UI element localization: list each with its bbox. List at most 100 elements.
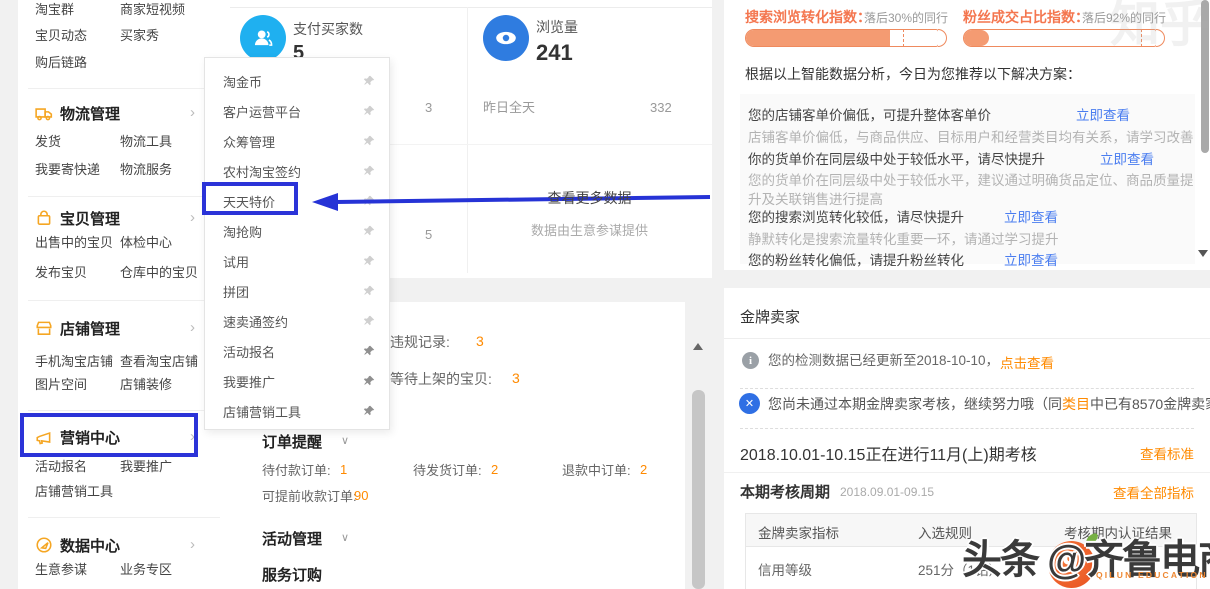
menu-item-activity-signup[interactable]: 活动报名	[205, 336, 389, 366]
sidebar-link[interactable]: 我要推广	[120, 458, 172, 476]
menu-item-trial[interactable]: 试用	[205, 246, 389, 276]
stat-value: 241	[536, 40, 573, 66]
pin-icon[interactable]	[363, 105, 375, 117]
activity-management-title[interactable]: 活动管理	[262, 528, 322, 549]
menu-item-aliexpress[interactable]: 速卖通签约	[205, 306, 389, 336]
service-order-title[interactable]: 服务订购	[262, 564, 322, 585]
menu-item-label: 淘抢购	[223, 222, 262, 241]
menu-item-pintuan[interactable]: 拼团	[205, 276, 389, 306]
pin-icon[interactable]	[363, 135, 375, 147]
view-all-metrics-link[interactable]: 查看全部指标	[1113, 482, 1194, 502]
menu-item-store-marketing-tools[interactable]: 店铺营销工具	[205, 396, 389, 426]
sidebar-link[interactable]: 店铺装修	[120, 376, 172, 394]
menu-item-label: 速卖通签约	[223, 312, 288, 331]
order-reminder-title[interactable]: 订单提醒	[262, 431, 322, 452]
period-label: 本期考核周期	[740, 481, 830, 502]
sidebar-section-data[interactable]: 数据中心	[60, 535, 120, 556]
sidebar-link[interactable]: 商家短视频	[120, 1, 185, 19]
pin-icon[interactable]	[363, 225, 375, 237]
menu-item-label: 试用	[223, 252, 249, 271]
chevron-right-icon: ›	[190, 537, 195, 552]
pin-icon[interactable]	[363, 255, 375, 267]
click-to-view-link[interactable]: 点击查看	[1000, 352, 1054, 372]
advance-order-count[interactable]: 90	[354, 488, 368, 503]
pin-icon[interactable]	[363, 345, 375, 357]
update-notice-text: 您的检测数据已经更新至2018-10-10，	[768, 352, 999, 370]
gold-seller-panel: 金牌卖家 i 您的检测数据已经更新至2018-10-10， 点击查看 ✕ 您尚未…	[724, 288, 1210, 589]
chevron-right-icon: ›	[190, 210, 195, 225]
menu-item-taojinbi[interactable]: 淘金币	[205, 66, 389, 96]
sidebar-link[interactable]: 我要寄快递	[35, 161, 100, 179]
sidebar-link[interactable]: 活动报名	[35, 458, 87, 476]
order-item-count[interactable]: 2	[491, 462, 498, 477]
view-now-link[interactable]: 立即查看	[1004, 208, 1058, 227]
faint-watermark: 知乎	[1110, 0, 1210, 56]
progress-cap	[938, 29, 947, 47]
waiting-items-count[interactable]: 3	[512, 370, 520, 386]
menu-item-customer-platform[interactable]: 客户运营平台	[205, 96, 389, 126]
sidebar-link[interactable]: 图片空间	[35, 376, 87, 394]
violation-count[interactable]: 3	[476, 333, 484, 349]
sidebar-link[interactable]: 手机淘宝店铺	[35, 353, 113, 371]
pin-icon[interactable]	[363, 315, 375, 327]
divider	[230, 7, 712, 8]
view-now-link[interactable]: 立即查看	[1004, 251, 1058, 270]
fail-text-post: 中已有8570金牌卖家）	[1090, 396, 1210, 412]
sidebar-link[interactable]: 宝贝动态	[35, 27, 87, 45]
order-item-label: 待发货订单:	[413, 462, 482, 480]
menu-item-label: 农村淘宝签约	[223, 162, 301, 181]
pin-icon[interactable]	[363, 165, 375, 177]
bag-icon	[35, 209, 53, 227]
sidebar-link[interactable]: 发货	[35, 133, 61, 151]
sidebar-link[interactable]: 出售中的宝贝	[35, 234, 113, 252]
sidebar-link[interactable]: 淘宝群	[35, 1, 74, 19]
sidebar-link[interactable]: 买家秀	[120, 27, 159, 45]
menu-item-taoqianggou[interactable]: 淘抢购	[205, 216, 389, 246]
divider	[28, 300, 220, 301]
divider	[724, 472, 1210, 473]
waiting-items-label: 等待上架的宝贝:	[390, 370, 492, 389]
view-standard-link[interactable]: 查看标准	[1140, 443, 1194, 463]
view-now-link[interactable]: 立即查看	[1076, 106, 1130, 125]
sidebar-link[interactable]: 体检中心	[120, 234, 172, 252]
menu-item-crowdfunding[interactable]: 众筹管理	[205, 126, 389, 156]
sidebar-section-items[interactable]: 宝贝管理	[60, 208, 120, 229]
seller-dashboard: 淘宝群 商家短视频 宝贝动态 买家秀 购后链路 物流管理 › 发货 物流工具 我…	[0, 0, 1210, 589]
pin-icon[interactable]	[363, 75, 375, 87]
order-item-count[interactable]: 2	[640, 462, 647, 477]
pin-icon[interactable]	[363, 375, 375, 387]
divider	[28, 88, 220, 89]
category-link[interactable]: 类目	[1062, 396, 1090, 412]
sidebar-link[interactable]: 购后链路	[35, 54, 87, 72]
index-label: 粉丝成交占比指数：	[963, 7, 1089, 27]
sidebar-section-store[interactable]: 店铺管理	[60, 318, 120, 339]
progress-marker	[903, 29, 904, 47]
scrollbar-thumb[interactable]	[692, 390, 705, 589]
sidebar-link[interactable]: 仓库中的宝贝	[120, 264, 198, 282]
scroll-down-arrow[interactable]	[1198, 250, 1208, 257]
sidebar-link[interactable]: 发布宝贝	[35, 264, 87, 282]
chevron-right-icon: ›	[190, 320, 195, 335]
view-now-link[interactable]: 立即查看	[1100, 150, 1154, 169]
see-more-data-link[interactable]: 查看更多数据	[467, 188, 712, 208]
menu-item-label: 客户运营平台	[223, 102, 301, 121]
sidebar-link[interactable]: 物流工具	[120, 133, 172, 151]
order-item-count[interactable]: 1	[340, 462, 347, 477]
sidebar-link[interactable]: 店铺营销工具	[35, 483, 113, 501]
sidebar-link[interactable]: 物流服务	[120, 161, 172, 179]
sidebar-link[interactable]: 查看淘宝店铺	[120, 353, 198, 371]
buyer-icon	[240, 15, 286, 61]
chevron-down-icon[interactable]: ∨	[341, 531, 349, 544]
chevron-down-icon[interactable]: ∨	[341, 434, 349, 447]
current-exam-text: 2018.10.01-10.15正在进行11月(上)期考核	[740, 441, 1037, 465]
pin-icon[interactable]	[363, 285, 375, 297]
menu-item-promote[interactable]: 我要推广	[205, 366, 389, 396]
pin-icon[interactable]	[363, 405, 375, 417]
truck-icon	[35, 104, 53, 122]
stat-label: 浏览量	[536, 18, 578, 37]
scroll-up-arrow[interactable]	[693, 343, 703, 350]
sidebar-link[interactable]: 生意参谋	[35, 561, 87, 579]
sidebar-link[interactable]: 业务专区	[120, 561, 172, 579]
stat-yesterday-value: 5	[425, 226, 455, 244]
sidebar-section-logistics[interactable]: 物流管理	[60, 103, 120, 124]
